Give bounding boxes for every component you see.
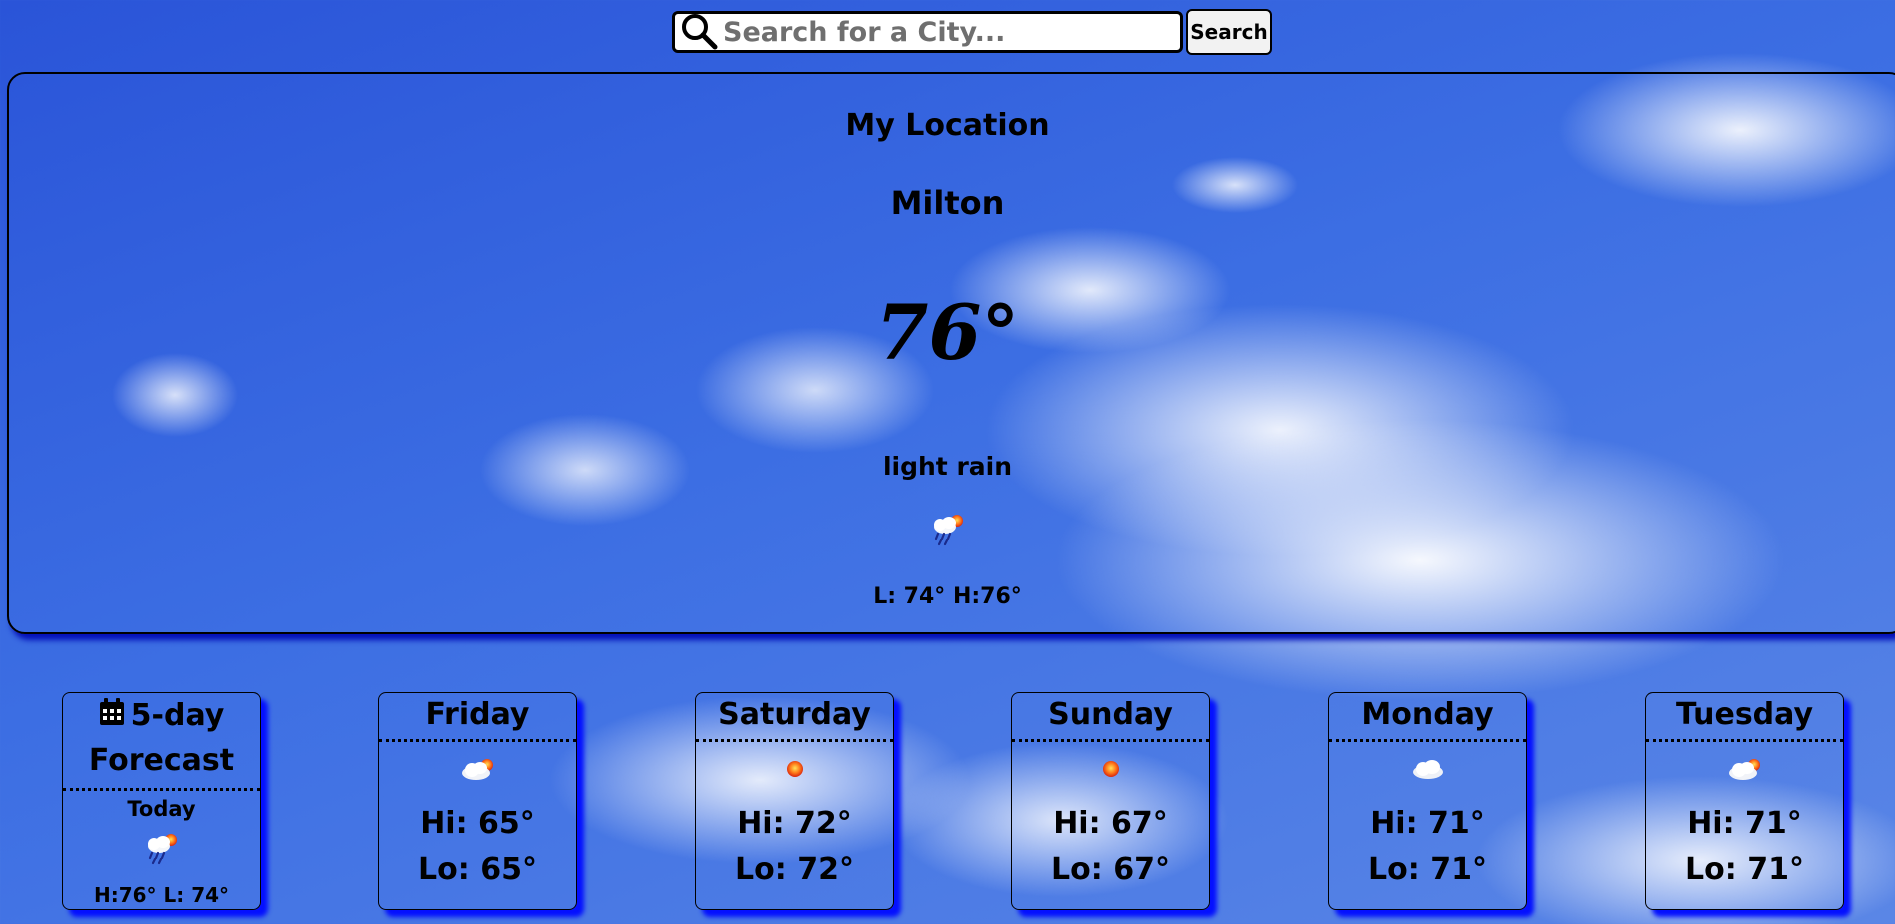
day-name: Monday [1329, 693, 1526, 742]
forecast-today-card: 5-day Forecast Today H:76° L: 74° [62, 692, 261, 910]
location-heading: My Location [845, 108, 1050, 143]
day-name: Tuesday [1646, 693, 1843, 742]
day-name: Saturday [696, 693, 893, 742]
today-high-low: H:76° L: 74° [93, 883, 230, 907]
weather-description: light rain [882, 452, 1013, 481]
day-high: Hi: 65° [420, 806, 535, 841]
day-low: Lo: 71° [1368, 852, 1487, 887]
sun-cloud-rain-icon [0, 512, 1895, 546]
day-low: Lo: 67° [1051, 852, 1170, 887]
today-label: Today [127, 797, 196, 821]
cloud-icon [1329, 756, 1526, 786]
forecast-day-card-saturday: Saturday Hi: 72° Lo: 72° [695, 692, 894, 910]
forecast-day-card-monday: Monday Hi: 71° Lo: 71° [1328, 692, 1527, 910]
sun-icon [1012, 756, 1209, 786]
city-name: Milton [890, 184, 1005, 222]
forecast-day-card-friday: Friday Hi: 65° Lo: 65° [378, 692, 577, 910]
day-low: Lo: 72° [735, 852, 854, 887]
cloud-sun-icon [1646, 756, 1843, 786]
current-temperature: 76° [875, 288, 1020, 377]
search-icon [682, 14, 718, 50]
cloud-sun-icon [379, 756, 576, 786]
day-high: Hi: 71° [1687, 806, 1802, 841]
forecast-title: 5-day Forecast [63, 693, 260, 791]
forecast-row: 5-day Forecast Today H:76° L: 74° Friday [0, 692, 1895, 912]
forecast-day-card-sunday: Sunday Hi: 67° Lo: 67° [1011, 692, 1210, 910]
search-field[interactable] [672, 11, 1183, 53]
day-low: Lo: 65° [418, 852, 537, 887]
search-input[interactable] [721, 15, 1165, 49]
current-low-high: L: 74° H:76° [873, 584, 1022, 609]
search-button[interactable]: Search [1186, 9, 1272, 55]
day-name: Sunday [1012, 693, 1209, 742]
forecast-day-card-tuesday: Tuesday Hi: 71° Lo: 71° [1645, 692, 1844, 910]
day-low: Lo: 71° [1685, 852, 1804, 887]
forecast-title-line1: 5-day [130, 698, 225, 733]
day-name: Friday [379, 693, 576, 742]
sun-cloud-rain-icon [63, 831, 260, 865]
day-high: Hi: 71° [1370, 806, 1485, 841]
day-high: Hi: 67° [1053, 806, 1168, 841]
calendar-icon [99, 695, 125, 739]
day-high: Hi: 72° [737, 806, 852, 841]
forecast-title-line2: Forecast [88, 742, 235, 778]
search-bar: Search [672, 8, 1272, 56]
sun-icon [696, 756, 893, 786]
